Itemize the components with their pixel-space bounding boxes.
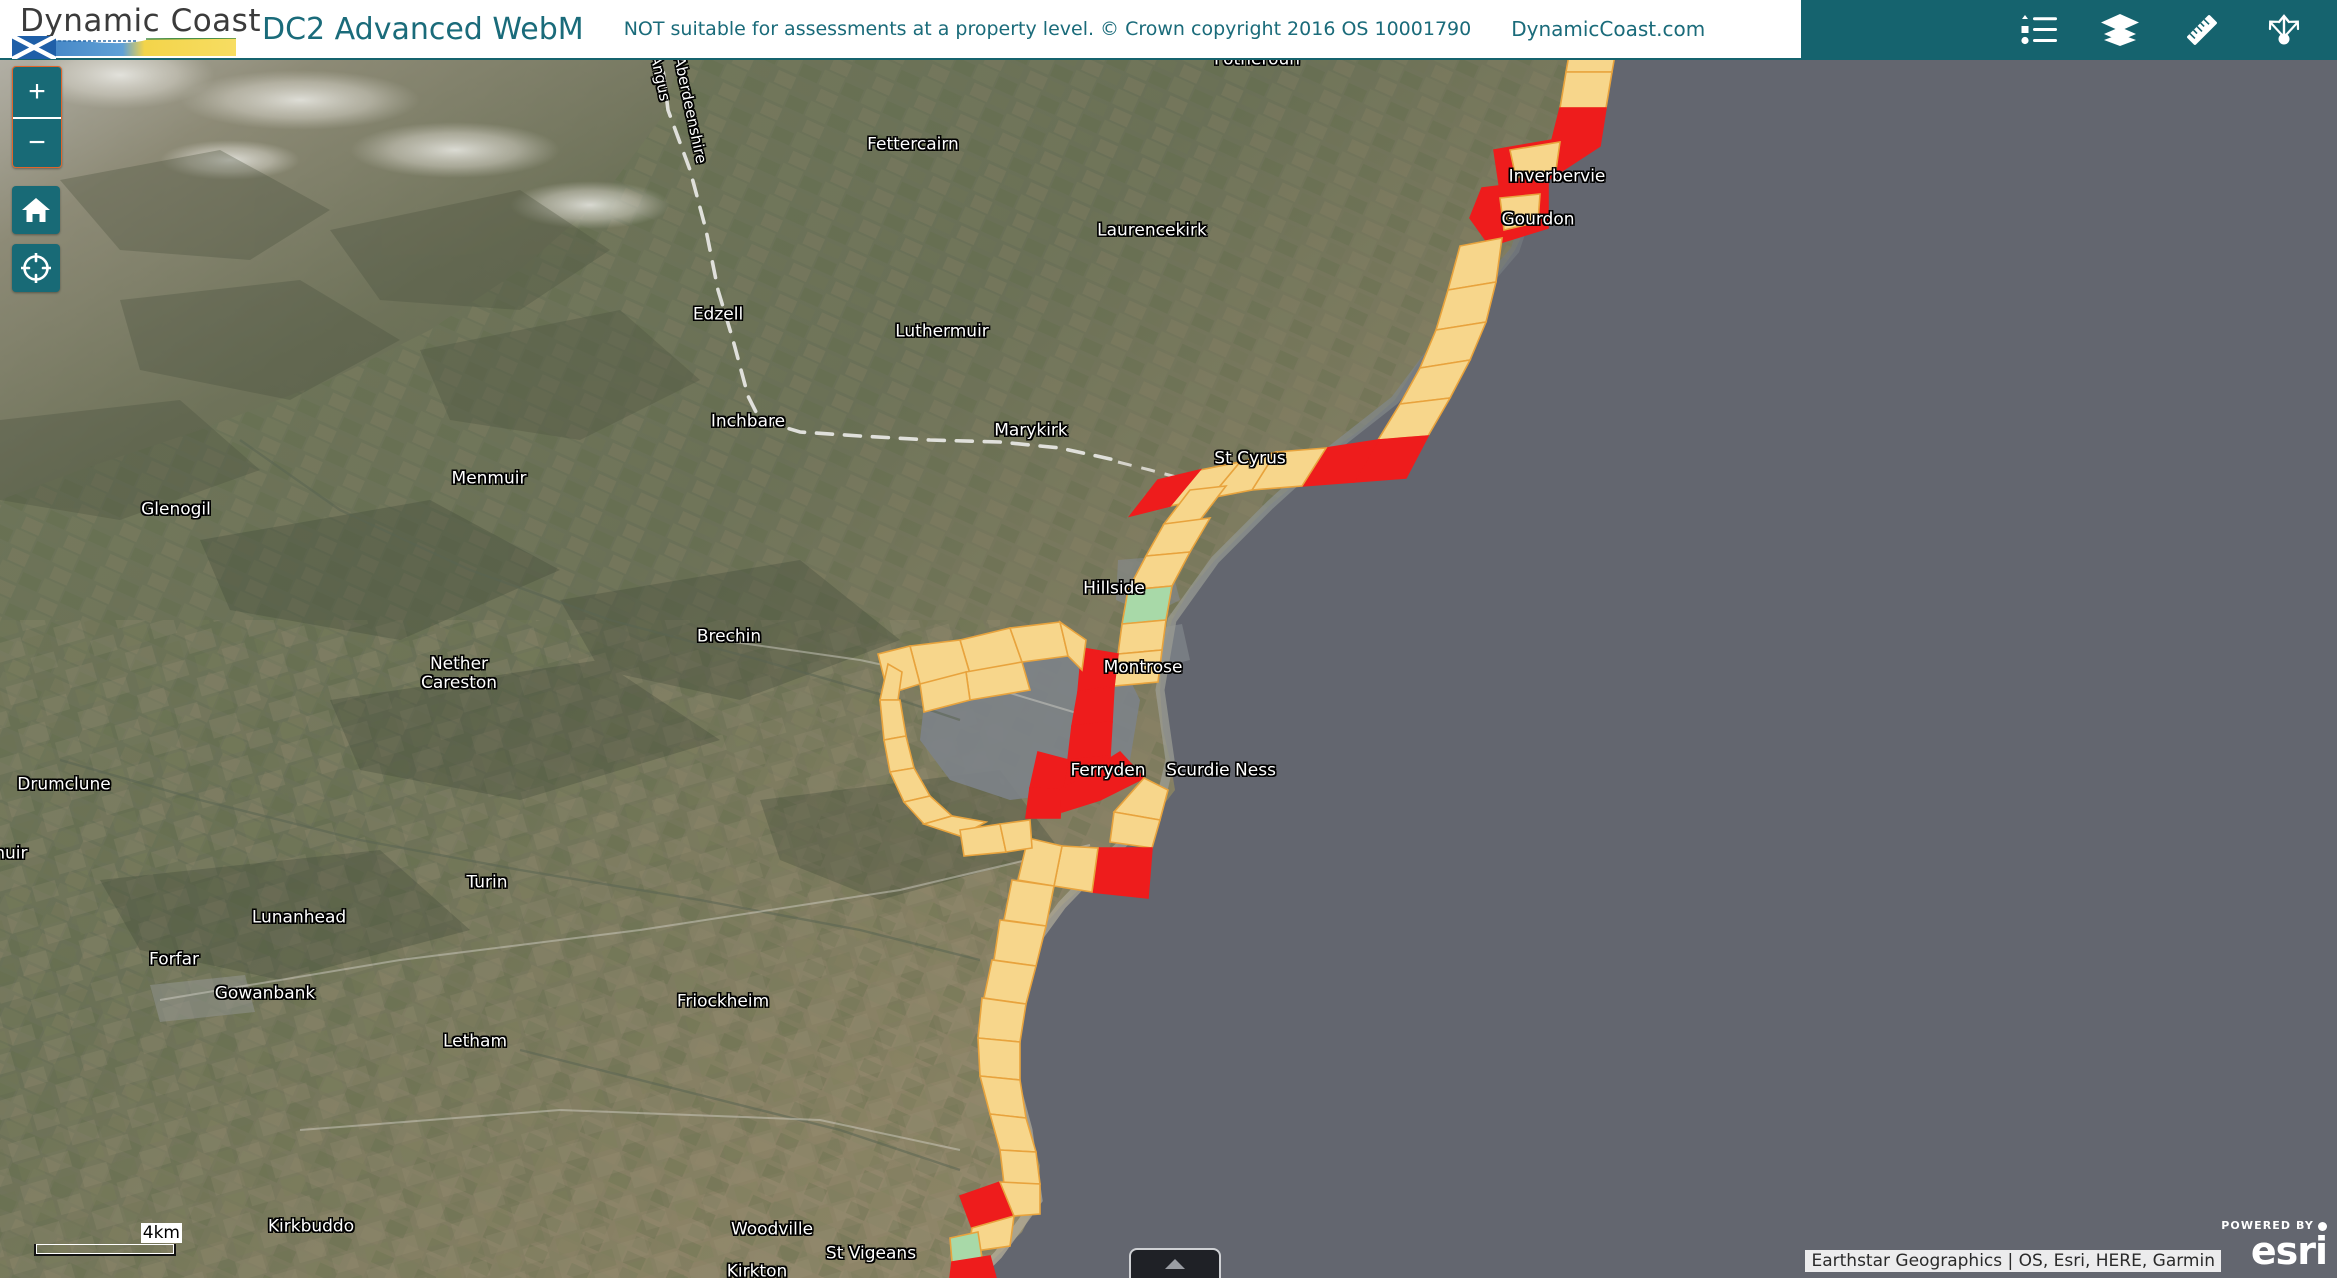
disclaimer-text: NOT suitable for assessments at a proper… [623, 18, 1472, 40]
map-imagery [0, 0, 2337, 1278]
map-attribution: Earthstar Geographics | OS, Esri, HERE, … [1805, 1250, 2221, 1272]
app-header: Dynamic Coast DC2 Advanced WebM NOT suit… [0, 0, 2337, 60]
dynamiccoast-website-link[interactable]: DynamicCoast.com [1511, 17, 1705, 41]
zoom-out-label: − [28, 126, 46, 159]
map-canvas[interactable] [0, 0, 2337, 1278]
share-button[interactable] [2261, 7, 2307, 53]
scotland-saltire-icon [12, 36, 56, 59]
scale-bar-label: 4km [140, 1223, 182, 1243]
zoom-in-button[interactable]: + [13, 67, 61, 117]
layers-icon [2101, 14, 2139, 46]
locate-button[interactable] [12, 244, 60, 292]
share-icon [2268, 14, 2300, 45]
legend-button[interactable] [2015, 7, 2061, 53]
scale-bar-line [34, 1244, 176, 1256]
measurement-button[interactable] [2179, 7, 2225, 53]
chevron-up-icon [1165, 1259, 1185, 1269]
zoom-out-button[interactable]: − [13, 117, 61, 167]
header-tool-group [1801, 0, 2337, 60]
zoom-in-label: + [28, 75, 46, 108]
scale-bar: 4km [34, 1223, 182, 1256]
layer-list-button[interactable] [2097, 7, 2143, 53]
app-title: DC2 Advanced WebM [262, 11, 584, 47]
crosshair-locate-icon [21, 253, 51, 283]
map-application: AngusAberdeenshireFettercairnFotherounIn… [0, 0, 2337, 1278]
header-white-bar: Dynamic Coast DC2 Advanced WebM NOT suit… [0, 0, 1801, 60]
expand-bottom-panel-button[interactable] [1129, 1248, 1221, 1278]
zoom-control-group[interactable]: + − [12, 66, 62, 168]
measure-ruler-icon [2187, 15, 2217, 45]
home-extent-button[interactable] [12, 186, 60, 234]
esri-logo: POWERED BY esri [2221, 1220, 2328, 1273]
esri-brand-text: esri [2250, 1229, 2328, 1273]
logo-wordmark: Dynamic Coast [20, 3, 261, 39]
home-icon [22, 198, 50, 222]
legend-icon [2021, 15, 2057, 45]
dynamic-coast-logo[interactable]: Dynamic Coast [12, 2, 260, 59]
